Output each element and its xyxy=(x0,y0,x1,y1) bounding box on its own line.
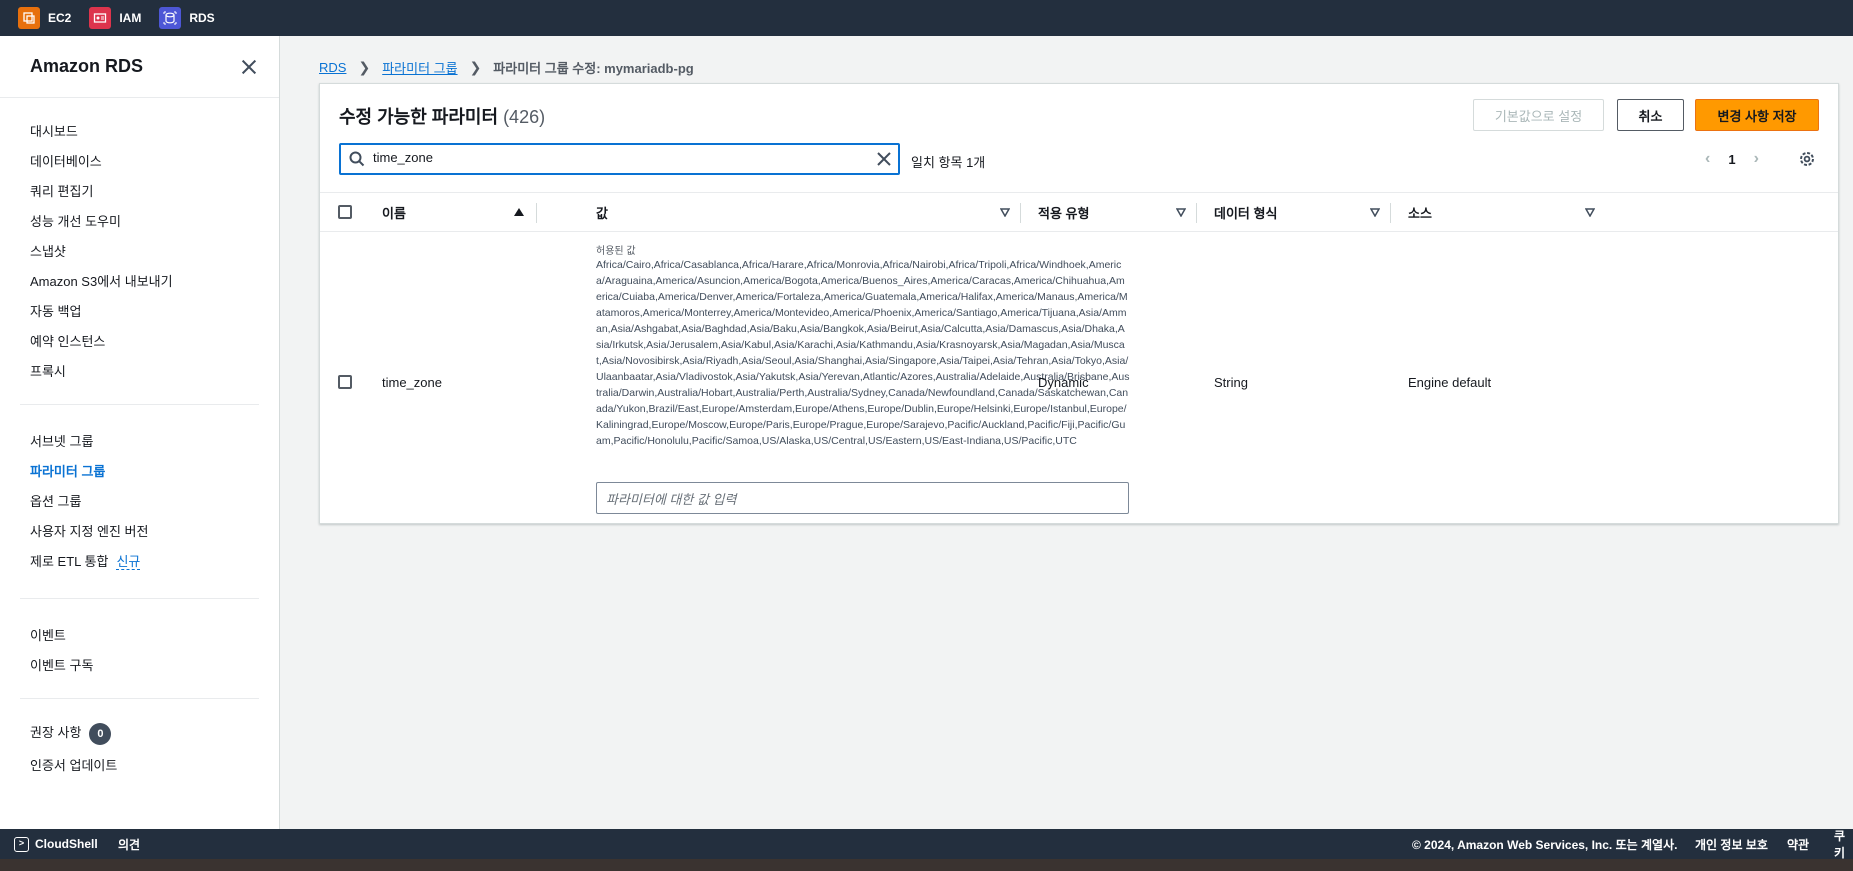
table-header: 이름 값 적용 유형 데이터 형식 소스 xyxy=(320,192,1838,232)
sidebar-item-option-groups[interactable]: 옵션 그룹 xyxy=(30,491,81,510)
sidebar-item-label: 권장 사항 xyxy=(30,725,82,740)
gear-icon[interactable] xyxy=(1798,150,1816,168)
column-divider xyxy=(536,203,537,223)
service-shortcut-label: EC2 xyxy=(48,11,72,25)
sidebar-item-dashboard[interactable]: 대시보드 xyxy=(30,121,78,140)
sidebar-item-databases[interactable]: 데이터베이스 xyxy=(30,151,102,170)
sort-icon[interactable] xyxy=(1370,207,1380,217)
top-navigation-bar: EC2 IAM RDS xyxy=(0,0,1853,36)
clear-icon[interactable] xyxy=(876,151,892,167)
chevron-right-icon: ❯ xyxy=(469,59,482,75)
sidebar-item-query-editor[interactable]: 쿼리 편집기 xyxy=(30,181,93,200)
sidebar-item-performance-insights[interactable]: 성능 개선 도우미 xyxy=(30,211,121,230)
column-divider xyxy=(1196,203,1197,223)
match-count: 일치 항목 1개 xyxy=(911,155,986,170)
column-header-data-type[interactable]: 데이터 형식 xyxy=(1214,193,1277,231)
parameter-count: (426) xyxy=(503,107,546,127)
cancel-button[interactable]: 취소 xyxy=(1617,99,1684,131)
sort-icon[interactable] xyxy=(1585,207,1595,217)
parameter-name: time_zone xyxy=(382,375,442,390)
sidebar-item-recommendations[interactable]: 권장 사항 0 xyxy=(30,722,112,745)
select-all-checkbox[interactable] xyxy=(338,205,352,219)
search-input[interactable]: time_zone xyxy=(339,143,900,175)
row-checkbox[interactable] xyxy=(338,375,352,389)
sidebar-item-zero-etl[interactable]: 제로 ETL 통합 신규 xyxy=(30,551,141,570)
sidebar-item-snapshots[interactable]: 스냅샷 xyxy=(30,241,66,260)
sidebar-item-automated-backups[interactable]: 자동 백업 xyxy=(30,301,81,320)
sidebar-item-s3-exports[interactable]: Amazon S3에서 내보내기 xyxy=(30,271,173,290)
side-navigation-header: Amazon RDS xyxy=(0,36,279,98)
side-navigation: Amazon RDS 대시보드 데이터베이스 쿼리 편집기 성능 개선 도우미 … xyxy=(0,36,280,829)
privacy-link[interactable]: 개인 정보 보호 xyxy=(1695,836,1768,853)
allowed-values-label: 허용된 값 xyxy=(596,246,636,257)
sort-icon[interactable] xyxy=(1000,207,1010,217)
breadcrumb-rds[interactable]: RDS xyxy=(319,60,346,75)
sort-ascending-icon[interactable] xyxy=(514,207,524,217)
column-header-source[interactable]: 소스 xyxy=(1408,193,1432,231)
sidebar-divider xyxy=(20,698,259,699)
sidebar-item-custom-engine-versions[interactable]: 사용자 지정 엔진 버전 xyxy=(30,521,148,540)
sidebar-item-parameter-groups[interactable]: 파라미터 그룹 xyxy=(30,461,105,480)
parameter-value-input[interactable]: 파라미터에 대한 값 입력 xyxy=(596,482,1129,514)
sidebar-item-proxies[interactable]: 프록시 xyxy=(30,361,66,380)
terminal-icon: > xyxy=(14,836,29,852)
count-badge: 0 xyxy=(89,722,112,745)
feedback-link[interactable]: 의견 xyxy=(118,836,140,853)
console-footer: > CloudShell 의견 © 2024, Amazon Web Servi… xyxy=(0,827,1853,861)
source: Engine default xyxy=(1408,375,1492,390)
table-row: time_zone 허용된 값 Africa/Cairo,Africa/Casa… xyxy=(320,232,1838,524)
sidebar-item-label: 제로 ETL 통합 xyxy=(30,554,109,569)
pagination: ‹ 1 › xyxy=(1705,150,1759,168)
data-type: String xyxy=(1214,375,1248,390)
side-navigation-title[interactable]: Amazon RDS xyxy=(30,56,143,77)
save-changes-button[interactable]: 변경 사항 저장 xyxy=(1695,99,1819,131)
ec2-icon xyxy=(18,7,40,29)
panel-title: 수정 가능한 파라미터 (426) xyxy=(339,103,545,129)
chevron-right-icon[interactable]: › xyxy=(1754,150,1759,168)
close-icon[interactable] xyxy=(241,59,257,75)
sidebar-item-events[interactable]: 이벤트 xyxy=(30,625,66,644)
sidebar-item-subnet-groups[interactable]: 서브넷 그룹 xyxy=(30,431,93,450)
column-divider xyxy=(1020,203,1021,223)
column-header-apply-type[interactable]: 적용 유형 xyxy=(1038,193,1089,231)
rds-icon xyxy=(159,7,182,29)
column-header-name[interactable]: 이름 xyxy=(382,193,406,231)
breadcrumb-current: 파라미터 그룹 수정: mymariadb-pg xyxy=(493,61,694,76)
allowed-values: Africa/Cairo,Africa/Casablanca,Africa/Ha… xyxy=(596,259,1130,447)
column-divider xyxy=(1390,203,1391,223)
os-taskbar xyxy=(0,859,1853,871)
parameters-panel: 수정 가능한 파라미터 (426) 기본값으로 설정 취소 변경 사항 저장 t… xyxy=(319,83,1839,524)
chevron-right-icon: ❯ xyxy=(358,59,371,75)
sort-icon[interactable] xyxy=(1176,207,1186,217)
service-shortcut-label: IAM xyxy=(119,11,142,25)
sidebar-item-certificate-update[interactable]: 인증서 업데이트 xyxy=(30,755,117,774)
search-icon xyxy=(349,151,365,167)
sidebar-item-reserved-instances[interactable]: 예약 인스턴스 xyxy=(30,331,105,350)
breadcrumb-parameter-groups[interactable]: 파라미터 그룹 xyxy=(382,58,457,77)
cloudshell-button[interactable]: > CloudShell xyxy=(14,836,98,852)
service-shortcut-iam[interactable]: IAM xyxy=(89,7,141,29)
cloudshell-label: CloudShell xyxy=(35,837,98,851)
column-header-value[interactable]: 값 xyxy=(596,193,608,231)
apply-type: Dynamic xyxy=(1038,375,1089,390)
chevron-left-icon[interactable]: ‹ xyxy=(1705,150,1710,168)
breadcrumb: RDS ❯ 파라미터 그룹 ❯ 파라미터 그룹 수정: mymariadb-pg xyxy=(319,58,694,77)
current-page[interactable]: 1 xyxy=(1728,152,1735,167)
reset-to-default-button[interactable]: 기본값으로 설정 xyxy=(1473,99,1604,131)
new-badge[interactable]: 신규 xyxy=(116,554,141,570)
terms-link[interactable]: 약관 xyxy=(1787,836,1809,853)
copyright: © 2024, Amazon Web Services, Inc. 또는 계열사… xyxy=(1412,837,1678,852)
service-shortcut-ec2[interactable]: EC2 xyxy=(18,7,71,29)
sidebar-item-event-subscriptions[interactable]: 이벤트 구독 xyxy=(30,655,93,674)
sidebar-divider xyxy=(20,598,259,599)
service-shortcut-label: RDS xyxy=(189,11,215,25)
cookies-link[interactable]: 쿠키 xyxy=(1834,827,1853,861)
sidebar-divider xyxy=(20,404,259,405)
search-input-value: time_zone xyxy=(373,150,433,165)
iam-icon xyxy=(89,7,112,29)
service-shortcut-rds[interactable]: RDS xyxy=(159,7,215,29)
panel-title-text: 수정 가능한 파라미터 xyxy=(339,107,499,127)
